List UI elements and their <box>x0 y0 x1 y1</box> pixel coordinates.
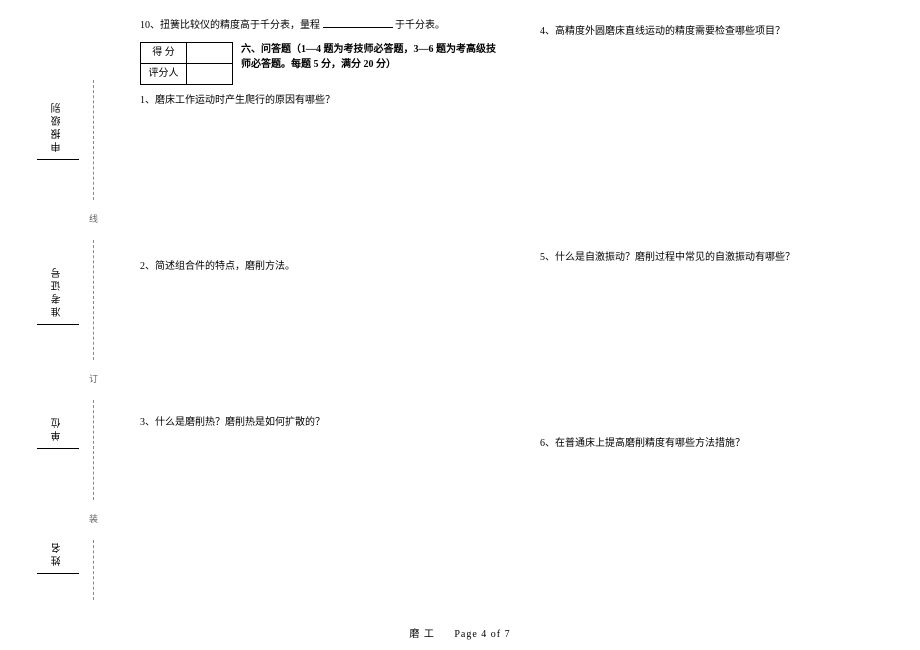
score-label-grader: 评分人 <box>141 64 187 85</box>
binding-field-level: 申报级别 <box>30 100 85 160</box>
question-2: 2、简述组合件的特点，磨削方法。 <box>140 259 500 275</box>
binding-field-exam-no: 准考证号 <box>30 265 85 325</box>
binding-dash <box>93 80 94 200</box>
fill-q10-prefix: 10、扭簧比较仪的精度高于千分表，量程 <box>140 20 320 31</box>
binding-margin: 线 订 装 申报级别 准考证号 单位 姓名 <box>30 40 120 600</box>
binding-knot-1: 线 <box>87 212 100 225</box>
column-right: 4、高精度外圆磨床直线运动的精度需要检查哪些项目？ 5、什么是自激振动？磨削过程… <box>540 18 900 603</box>
question-6: 6、在普通床上提高磨削精度有哪些方法措施？ <box>540 436 900 452</box>
fill-q10-suffix: 于千分表。 <box>395 20 445 31</box>
footer-page: Page 4 of 7 <box>454 629 510 640</box>
binding-dash <box>93 400 94 500</box>
fill-question-10: 10、扭簧比较仪的精度高于千分表，量程 于千分表。 <box>140 18 500 34</box>
page-footer: 磨 工 Page 4 of 7 <box>0 625 920 640</box>
score-label-score: 得 分 <box>141 43 187 64</box>
score-grader-cell[interactable] <box>187 64 233 85</box>
question-1: 1、磨床工作运动时产生爬行的原因有哪些？ <box>140 93 500 109</box>
binding-field-name: 姓名 <box>30 540 85 574</box>
footer-subject: 磨 工 <box>409 629 435 640</box>
fill-line <box>37 448 79 449</box>
fill-blank[interactable] <box>323 19 393 28</box>
question-5: 5、什么是自激振动？磨削过程中常见的自激振动有哪些？ <box>540 250 900 266</box>
score-table: 得 分 评分人 <box>140 42 233 85</box>
binding-label: 单位 <box>50 415 65 441</box>
binding-label: 申报级别 <box>50 100 65 152</box>
binding-dash <box>93 540 94 600</box>
question-4: 4、高精度外圆磨床直线运动的精度需要检查哪些项目？ <box>540 24 900 40</box>
score-value-cell[interactable] <box>187 43 233 64</box>
fill-line <box>37 159 79 160</box>
binding-label: 准考证号 <box>50 265 65 317</box>
binding-dash <box>93 240 94 360</box>
page-content: 10、扭簧比较仪的精度高于千分表，量程 于千分表。 得 分 评分人 六、问答题（… <box>140 18 900 603</box>
fill-line <box>37 573 79 574</box>
column-left: 10、扭簧比较仪的精度高于千分表，量程 于千分表。 得 分 评分人 六、问答题（… <box>140 18 500 603</box>
binding-label: 姓名 <box>50 540 65 566</box>
question-3: 3、什么是磨削热？磨削热是如何扩散的？ <box>140 415 500 431</box>
binding-field-unit: 单位 <box>30 415 85 449</box>
fill-line <box>37 324 79 325</box>
section-6-title: 六、问答题（1—4 题为考技师必答题，3—6 题为考高级技师必答题。每题 5 分… <box>241 42 500 72</box>
binding-knot-2: 订 <box>87 372 100 385</box>
binding-knot-3: 装 <box>87 512 100 525</box>
